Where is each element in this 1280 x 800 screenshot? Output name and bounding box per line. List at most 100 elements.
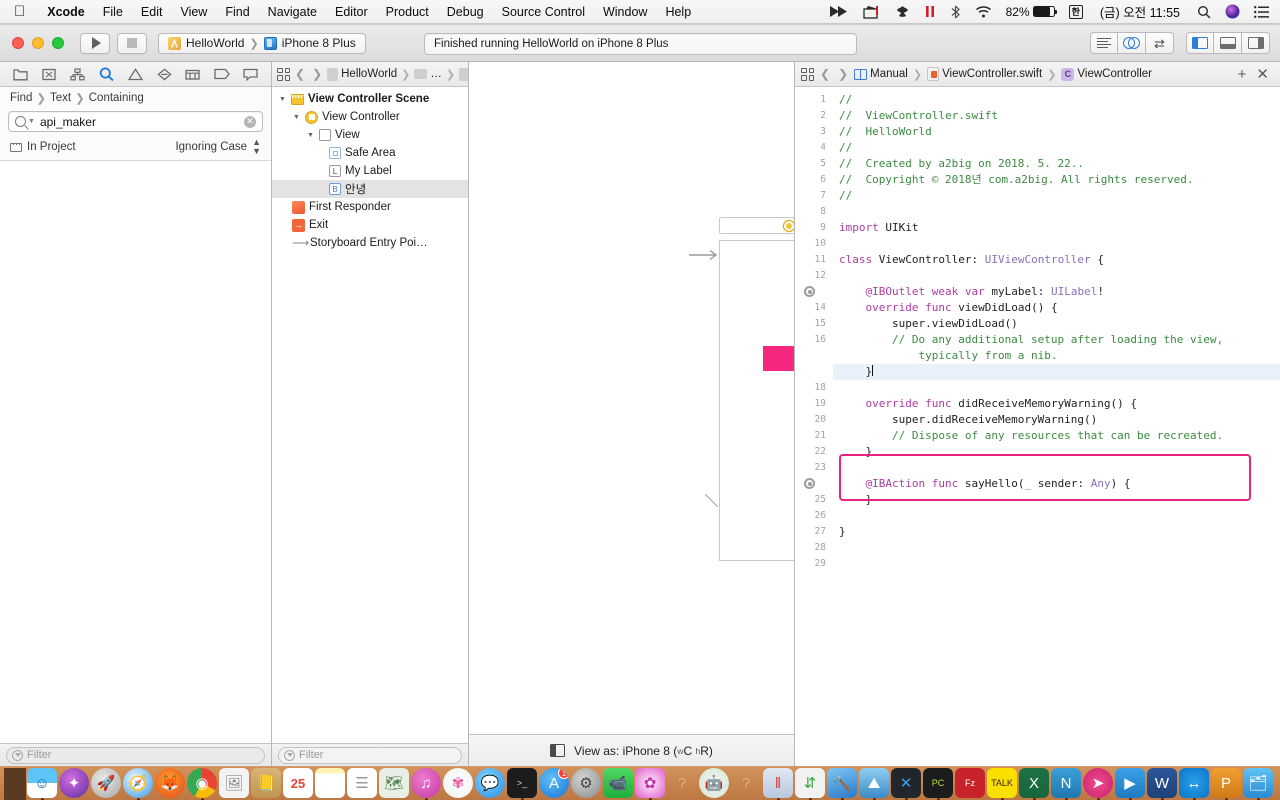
code-line[interactable]: class ViewController: UIViewController { (833, 252, 1280, 268)
breakpoint-icon[interactable] (804, 286, 815, 297)
find-scope-text[interactable]: Text (50, 92, 71, 104)
pause-status-icon[interactable] (917, 0, 943, 24)
jumpbar-item-file[interactable]: … (459, 67, 468, 81)
dock-item-transfer-arrows[interactable]: ⇵ (795, 768, 825, 798)
dock-item-launchpad[interactable]: 🚀 (91, 768, 121, 798)
code-line[interactable]: } (833, 492, 1280, 508)
menu-item-view[interactable]: View (171, 5, 216, 19)
notification-center-icon[interactable] (1247, 0, 1280, 24)
debug-navigator-tab[interactable] (182, 65, 204, 83)
dock-item-terminal[interactable]: >_ (507, 768, 537, 798)
code-line[interactable]: // HelloWorld (833, 124, 1280, 140)
dock-item-safari[interactable]: 🧭 (123, 768, 153, 798)
breakpoint-navigator-tab[interactable] (211, 65, 233, 83)
outline-row-my-label[interactable]: L My Label (272, 162, 468, 180)
dock-item-xcode[interactable]: 🔨 (827, 768, 857, 798)
code-line[interactable]: super.didReceiveMemoryWarning() (833, 412, 1280, 428)
find-scope-find[interactable]: Find (10, 92, 32, 104)
code-line[interactable]: override func viewDidLoad() { (833, 300, 1280, 316)
code-line[interactable]: // (833, 188, 1280, 204)
code-line[interactable] (833, 268, 1280, 284)
dock-item-vs-code[interactable]: ✕ (891, 768, 921, 798)
dock-item-onenote[interactable]: N (1051, 768, 1081, 798)
dock-item-calendar[interactable]: 25 (283, 768, 313, 798)
related-items-icon[interactable] (801, 67, 814, 81)
dock-item-unknown-app-1[interactable]: ? (667, 768, 697, 798)
toggle-navigator-button[interactable] (1186, 32, 1214, 54)
view-as-label[interactable]: View as: iPhone 8 (wC hR) (574, 744, 713, 758)
report-navigator-tab[interactable] (240, 65, 262, 83)
disclosure-triangle-icon[interactable]: ▼ (306, 132, 315, 139)
dock-item-word[interactable]: W (1147, 768, 1177, 798)
dock-item-maps[interactable]: 🗺 (379, 768, 409, 798)
jumpbar-item-project[interactable]: HelloWorld (327, 67, 397, 81)
outline-row-storyboard-entry-point[interactable]: ⟶ Storyboard Entry Poi… (272, 234, 468, 252)
find-search-box[interactable]: ▼ ✕ (8, 111, 263, 132)
find-case-label[interactable]: Ignoring Case (175, 141, 247, 153)
code-line[interactable]: override func didReceiveMemoryWarning() … (833, 396, 1280, 412)
minimize-window-button[interactable] (32, 37, 44, 49)
dock-item-pycharm[interactable]: PC (923, 768, 953, 798)
fast-forward-status-icon[interactable] (822, 0, 856, 24)
dock-item-itunes[interactable]: ♫ (411, 768, 441, 798)
run-button[interactable] (80, 32, 110, 54)
breakpoint-icon[interactable] (804, 478, 815, 489)
dock-item-media-player[interactable]: ▶ (1115, 768, 1145, 798)
add-editor-button[interactable]: + (1235, 67, 1250, 82)
dock-item-messages[interactable]: 💬 (475, 768, 505, 798)
clear-search-icon[interactable]: ✕ (244, 115, 256, 128)
menu-item-window[interactable]: Window (594, 5, 656, 19)
search-input[interactable] (39, 114, 239, 129)
input-source-status[interactable]: 한 (1062, 0, 1090, 24)
dock-item-excel[interactable]: X (1019, 768, 1049, 798)
code-line[interactable]: typically from a nib. (833, 348, 1280, 364)
dock-item-finder[interactable]: ☺ (27, 768, 57, 798)
code-line[interactable]: // Created by a2big on 2018. 5. 22.. (833, 156, 1280, 172)
outline-row-safe-area[interactable]: Safe Area (272, 144, 468, 162)
code-line[interactable]: super.viewDidLoad() (833, 316, 1280, 332)
dock-item-siri[interactable]: ✦ (59, 768, 89, 798)
jumpbar-item-folder[interactable]: … (414, 68, 442, 80)
siri-status-icon[interactable] (1218, 0, 1247, 24)
find-scope-containing[interactable]: Containing (89, 92, 144, 104)
dock-item-unknown-app-2[interactable]: ? (731, 768, 761, 798)
editor-symbol-item[interactable]: C ViewController (1061, 67, 1152, 81)
outline-row-first-responder[interactable]: First Responder (272, 198, 468, 216)
code-line[interactable] (833, 508, 1280, 524)
maximize-window-button[interactable] (52, 37, 64, 49)
code-line[interactable]: // Dispose of any resources that can be … (833, 428, 1280, 444)
dock-item-photos[interactable]: ✾ (443, 768, 473, 798)
toggle-utilities-button[interactable] (1242, 32, 1270, 54)
menu-item-file[interactable]: File (94, 5, 132, 19)
code-line[interactable] (833, 540, 1280, 556)
dock-item-facetime[interactable]: 📹 (603, 768, 633, 798)
outline-filter-field[interactable]: Filter (278, 746, 462, 764)
menu-item-edit[interactable]: Edit (132, 5, 172, 19)
view-controller-badge[interactable] (783, 220, 794, 231)
outline-row-view-controller[interactable]: ▼ View Controller (272, 108, 468, 126)
toggle-debug-area-button[interactable] (1214, 32, 1242, 54)
menu-item-debug[interactable]: Debug (438, 5, 493, 19)
outline-row-view[interactable]: ▼ View (272, 126, 468, 144)
find-scope-label[interactable]: In Project (27, 141, 76, 153)
dock-item-kakaotalk[interactable]: TALK (987, 768, 1017, 798)
dock-item-powerpoint[interactable]: P (1211, 768, 1241, 798)
view-as-icon[interactable] (550, 744, 566, 757)
menu-item-navigate[interactable]: Navigate (259, 5, 326, 19)
back-button[interactable]: ❮ (293, 67, 307, 81)
standard-editor-button[interactable] (1090, 32, 1118, 54)
editor-file-item[interactable]: ViewController.swift (927, 67, 1042, 81)
canvas-resize-handle[interactable] (704, 493, 719, 508)
dock-item-parallels[interactable]: ‖ (763, 768, 793, 798)
source-control-navigator-tab[interactable] (38, 65, 60, 83)
dock-item-app-store[interactable]: A1 (539, 768, 569, 798)
code-line[interactable] (833, 204, 1280, 220)
menu-item-help[interactable]: Help (656, 5, 700, 19)
close-editor-button[interactable]: ✕ (1253, 67, 1272, 82)
related-items-icon[interactable] (277, 67, 290, 81)
screenshot-status-icon[interactable] (856, 0, 888, 24)
dock-item-filezilla[interactable]: Fz (955, 768, 985, 798)
menu-item-xcode[interactable]: Xcode (38, 5, 94, 19)
disclosure-triangle-icon[interactable]: ▼ (292, 114, 301, 121)
menu-item-product[interactable]: Product (377, 5, 438, 19)
